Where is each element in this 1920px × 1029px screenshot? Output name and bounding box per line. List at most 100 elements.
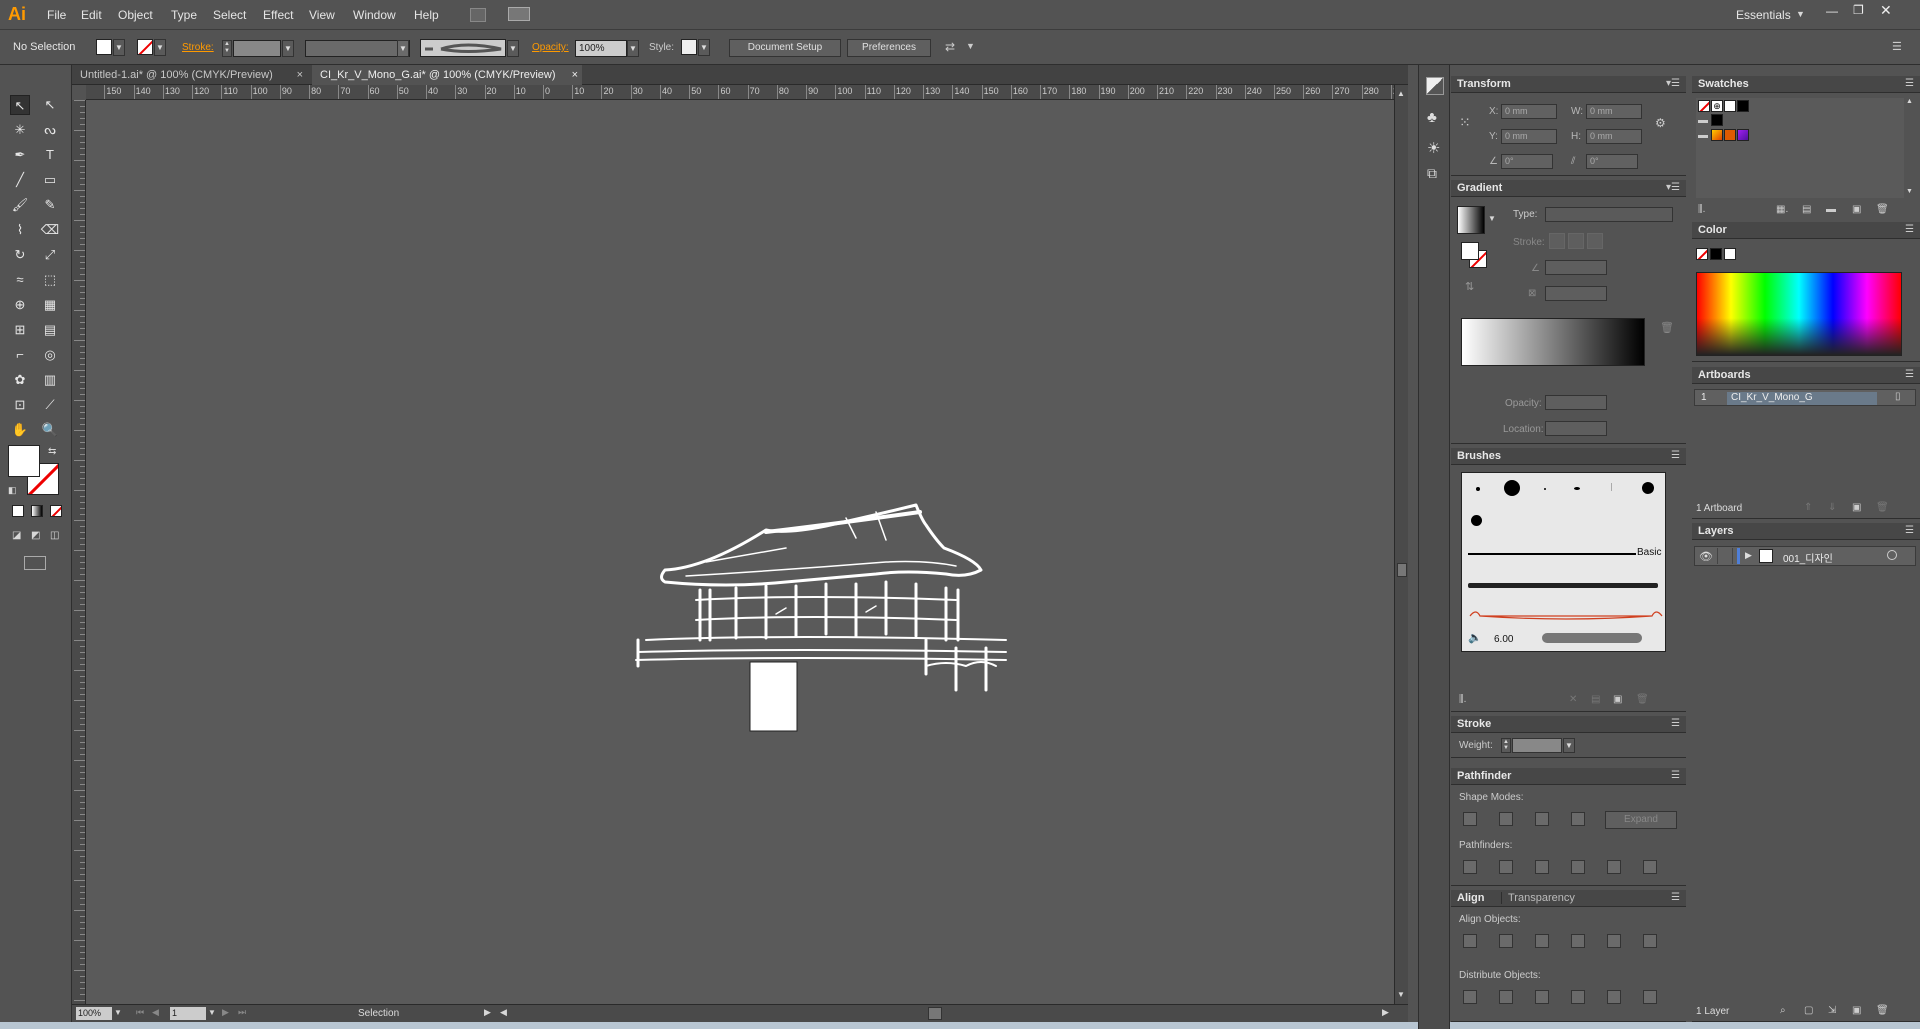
layer-name[interactable]: 001_디자인 xyxy=(1783,550,1833,565)
menu-type[interactable]: Type xyxy=(171,8,197,22)
brush-basic-line[interactable] xyxy=(1468,553,1636,555)
blend-tool-icon[interactable]: ◎ xyxy=(40,345,60,365)
panel-menu-icon[interactable]: ▾☰ xyxy=(1666,78,1680,89)
brush-dot-tiny[interactable] xyxy=(1544,488,1546,490)
swatch-group-folder-icon-2[interactable]: ▬ xyxy=(1698,130,1708,141)
brush-definition[interactable] xyxy=(420,39,506,57)
stroke-color-dropdown[interactable]: ▼ xyxy=(154,39,166,56)
brush-dot-medium[interactable] xyxy=(1642,482,1654,494)
brush-arrow-decorative[interactable] xyxy=(1466,606,1666,626)
brush-dropdown[interactable]: ▼ xyxy=(507,40,519,57)
brush-blob[interactable] xyxy=(1542,633,1642,643)
weight-stepper[interactable]: ▲ ▼ xyxy=(1501,738,1511,753)
restore-icon[interactable]: ❐ xyxy=(1853,3,1864,17)
prev-artboard-icon[interactable]: ◀ xyxy=(152,1007,159,1018)
last-artboard-icon[interactable]: ⏭ xyxy=(238,1007,246,1018)
exclude-icon[interactable] xyxy=(1571,812,1585,826)
menu-file[interactable]: File xyxy=(47,8,66,22)
lasso-tool-icon[interactable]: ᔓ xyxy=(40,120,60,140)
hscroll-right-icon[interactable]: ▶ xyxy=(1382,1007,1389,1018)
type-tool-icon[interactable]: T xyxy=(40,145,60,165)
reference-point-icon[interactable]: ⁙ xyxy=(1459,114,1471,131)
default-fill-stroke-icon[interactable]: ◧ xyxy=(8,485,17,496)
vertical-scrollbar[interactable]: ▲ ▼ xyxy=(1394,85,1408,1005)
eyedropper-tool-icon[interactable]: ⌐ xyxy=(10,345,30,365)
new-artboard-icon[interactable]: ▣ xyxy=(1852,502,1861,513)
hscroll-left-icon[interactable]: ◀ xyxy=(500,1007,507,1018)
zoom-dropdown-icon[interactable]: ▼ xyxy=(114,1008,122,1017)
crop-icon[interactable] xyxy=(1571,860,1585,874)
paintbrush-tool-icon[interactable]: 🖌 xyxy=(10,195,30,215)
workspace-switcher[interactable]: Essentials xyxy=(1736,8,1791,22)
show-swatch-kinds-icon[interactable]: ▦. xyxy=(1776,204,1788,215)
fill-color-box[interactable] xyxy=(8,445,40,477)
tab-close-icon[interactable]: × xyxy=(297,65,303,85)
arrange-icon[interactable]: ⇄ xyxy=(945,40,955,54)
panel-title[interactable]: Artboards xyxy=(1698,369,1751,381)
none-mode-icon[interactable] xyxy=(50,505,62,517)
gradient-type-select[interactable] xyxy=(1545,207,1673,222)
control-menu-icon[interactable]: ▼ xyxy=(966,41,975,51)
tab-ci-kr[interactable]: CI_Kr_V_Mono_G.ai* @ 100% (CMYK/Preview)… xyxy=(312,65,582,85)
w-field[interactable]: 0 mm xyxy=(1586,104,1642,119)
distribute-bottom-icon[interactable] xyxy=(1535,990,1549,1004)
swap-fill-stroke-icon[interactable]: ⇆ xyxy=(48,446,56,457)
hand-tool-icon[interactable]: ✋ xyxy=(10,420,30,440)
zoom-tool-icon[interactable]: 🔍 xyxy=(40,420,60,440)
brush-libraries-icon[interactable]: ⫼. xyxy=(1459,694,1466,705)
panel-title[interactable]: Stroke xyxy=(1457,718,1491,730)
color-none-swatch[interactable] xyxy=(1696,248,1708,260)
brush-calligraphic[interactable] xyxy=(1574,487,1580,490)
scroll-down-icon[interactable]: ▼ xyxy=(1397,990,1405,999)
swatch-white[interactable] xyxy=(1724,100,1736,112)
document-setup-button[interactable]: Document Setup xyxy=(729,39,841,57)
eraser-tool-icon[interactable]: ⌫ xyxy=(40,220,60,240)
new-brush-icon[interactable]: ▣ xyxy=(1613,694,1622,705)
panel-title[interactable]: Color xyxy=(1698,224,1727,236)
swatch-gradient-2[interactable] xyxy=(1737,129,1749,141)
swatch-black-2[interactable] xyxy=(1711,114,1723,126)
align-right-icon[interactable] xyxy=(1535,934,1549,948)
panel-menu-icon[interactable]: ☰ xyxy=(1671,892,1680,903)
opacity-field[interactable]: 100% xyxy=(575,40,627,57)
align-left-icon[interactable] xyxy=(1463,934,1477,948)
arrange-documents-icon[interactable] xyxy=(508,7,530,21)
locate-object-icon[interactable]: ⌕ xyxy=(1780,1005,1786,1016)
pen-tool-icon[interactable]: ✒ xyxy=(10,145,30,165)
brush-dot-small[interactable] xyxy=(1476,487,1480,491)
appearance-icon[interactable]: ☀ xyxy=(1427,139,1440,157)
rotate-tool-icon[interactable]: ↻ xyxy=(10,245,30,265)
swatch-group-folder-icon[interactable]: ▬ xyxy=(1698,115,1708,126)
lock-toggle[interactable] xyxy=(1717,548,1733,564)
menu-window[interactable]: Window xyxy=(353,8,396,22)
panel-title[interactable]: Swatches xyxy=(1698,78,1749,90)
swatch-scroll-down-icon[interactable]: ▼ xyxy=(1906,188,1913,195)
free-transform-tool-icon[interactable]: ⬚ xyxy=(40,270,60,290)
blob-brush-tool-icon[interactable]: ⌇ xyxy=(10,220,30,240)
swatch-libraries-icon[interactable]: ⫼. xyxy=(1698,204,1705,215)
brush-dot-round[interactable] xyxy=(1471,515,1482,526)
constrain-proportions-icon[interactable]: ⚙ xyxy=(1655,116,1666,130)
expand-layer-icon[interactable]: ▶ xyxy=(1745,550,1752,561)
delete-layer-icon[interactable]: 🗑 xyxy=(1876,1005,1889,1016)
mesh-tool-icon[interactable]: ⊞ xyxy=(10,320,30,340)
warp-tool-icon[interactable]: ≈ xyxy=(10,270,30,290)
artboard-options-icon[interactable]: ▯ xyxy=(1895,391,1901,402)
selection-tool-icon[interactable]: ↖ xyxy=(10,95,30,115)
screen-mode-icon[interactable] xyxy=(24,556,46,570)
brush-charcoal[interactable] xyxy=(1468,583,1658,588)
workspace-chevron-icon[interactable]: ▼ xyxy=(1796,9,1805,19)
panel-title[interactable]: Align xyxy=(1457,892,1485,904)
trim-icon[interactable] xyxy=(1499,860,1513,874)
symbols-icon[interactable]: ♣ xyxy=(1427,109,1437,126)
distribute-hcenter-icon[interactable] xyxy=(1607,990,1621,1004)
new-layer-icon[interactable]: ▣ xyxy=(1852,1005,1861,1016)
stroke-label[interactable]: Stroke: xyxy=(182,42,214,53)
distribute-top-icon[interactable] xyxy=(1463,990,1477,1004)
draw-behind-icon[interactable]: ◩ xyxy=(31,530,40,541)
stroke-weight-stepper[interactable]: ▲ ▼ xyxy=(222,40,232,57)
draw-normal-icon[interactable]: ◪ xyxy=(12,530,21,541)
direct-selection-tool-icon[interactable]: ↖ xyxy=(40,95,60,115)
swatch-registration[interactable]: ⊕ xyxy=(1711,100,1723,112)
line-tool-icon[interactable]: ╱ xyxy=(10,170,30,190)
